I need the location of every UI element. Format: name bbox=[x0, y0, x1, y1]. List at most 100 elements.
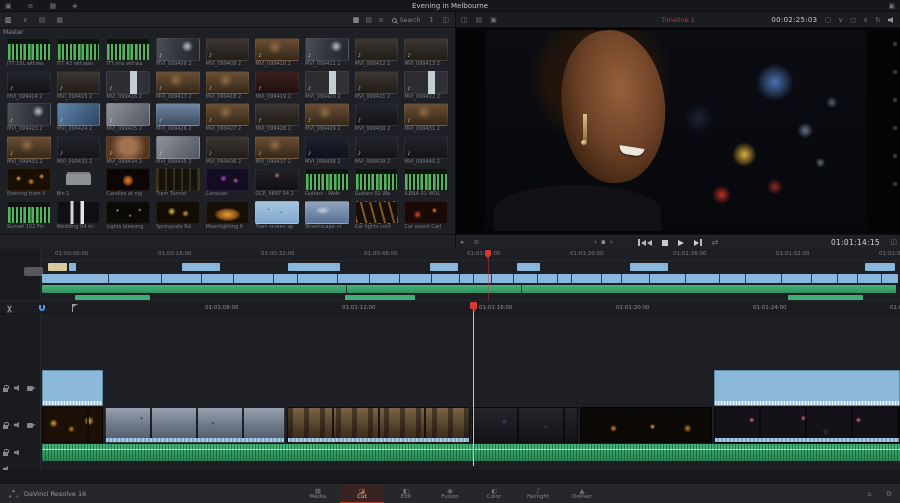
video-clip-thumbnail[interactable] bbox=[7, 168, 51, 191]
video-clip-thumbnail[interactable] bbox=[156, 38, 200, 61]
video-clip-thumbnail[interactable] bbox=[305, 103, 349, 126]
audio-clip-thumbnail[interactable] bbox=[106, 38, 150, 61]
media-clip[interactable]: MVI_099433 2 bbox=[56, 135, 101, 166]
overview-tracks[interactable] bbox=[41, 261, 900, 301]
media-clip[interactable]: MVI_099431 2 bbox=[404, 103, 448, 133]
media-clip[interactable]: ILENA 01 WOL bbox=[404, 168, 448, 198]
media-clip[interactable]: Streetscape ni bbox=[305, 200, 349, 231]
video-clip-thumbnail[interactable] bbox=[404, 70, 448, 94]
detail-tracks[interactable] bbox=[0, 314, 900, 472]
viewer-tool-dot[interactable] bbox=[893, 154, 897, 158]
split-clips-icon[interactable] bbox=[6, 305, 13, 312]
bin-folder-icon[interactable] bbox=[56, 168, 101, 191]
media-clip[interactable]: Candles at nig bbox=[106, 168, 150, 198]
video-clip-thumbnail[interactable] bbox=[404, 103, 448, 126]
lock-track-icon[interactable] bbox=[3, 449, 9, 456]
page-color[interactable]: ◐ Color bbox=[472, 484, 516, 503]
video-clip-thumbnail[interactable] bbox=[156, 103, 200, 126]
timeline-v1-clip[interactable] bbox=[287, 407, 470, 443]
video-clip-thumbnail[interactable] bbox=[305, 135, 349, 159]
video-clip-thumbnail[interactable] bbox=[255, 168, 299, 191]
video-clip-thumbnail[interactable] bbox=[305, 70, 349, 94]
media-clip[interactable]: ITT A2 wtf.wav bbox=[56, 38, 101, 68]
lock-track-icon[interactable] bbox=[3, 384, 9, 392]
video-clip-thumbnail[interactable] bbox=[255, 103, 299, 126]
audio-speaker-icon[interactable] bbox=[888, 17, 893, 23]
video-clip-thumbnail[interactable] bbox=[404, 38, 448, 61]
detail-ruler[interactable]: 01:01:08:00 01:01:12:00 01:01:16:00 01:01:2… bbox=[0, 300, 900, 314]
video-clip-thumbnail[interactable] bbox=[106, 168, 150, 191]
viewer-options-icon[interactable]: ◫ bbox=[890, 239, 897, 246]
video-clip-thumbnail[interactable] bbox=[156, 200, 200, 224]
enable-video-icon[interactable] bbox=[27, 422, 36, 428]
video-clip-thumbnail[interactable] bbox=[106, 135, 150, 159]
filmstrip-view-icon[interactable]: ▤ bbox=[365, 16, 372, 24]
thumbnail-view-icon[interactable]: ▦ bbox=[353, 16, 360, 24]
media-clip[interactable]: MVI_099428 2 bbox=[255, 103, 299, 133]
overview-v2-clip[interactable] bbox=[182, 263, 220, 271]
settings-gear-icon[interactable]: ⚙ bbox=[886, 490, 892, 498]
page-edit[interactable]: ◧ Edit bbox=[384, 484, 428, 503]
timeline-v1-clip[interactable] bbox=[580, 407, 712, 443]
video-clip-thumbnail[interactable] bbox=[255, 200, 299, 224]
page-deliver[interactable]: ▲ Deliver bbox=[560, 484, 604, 503]
video-clip-thumbnail[interactable] bbox=[7, 135, 51, 159]
video-clip-thumbnail[interactable] bbox=[255, 135, 299, 159]
video-clip-thumbnail[interactable] bbox=[354, 200, 399, 224]
video-clip-thumbnail[interactable] bbox=[56, 135, 101, 159]
media-clip[interactable]: Guitars - Walk bbox=[305, 168, 349, 198]
skip-back-button[interactable] bbox=[637, 239, 652, 246]
video-clip-thumbnail[interactable] bbox=[305, 38, 349, 61]
page-fusion[interactable]: ◉ Fusion bbox=[428, 484, 472, 503]
video-clip-thumbnail[interactable] bbox=[205, 103, 250, 126]
search-box[interactable]: Search bbox=[391, 17, 421, 24]
audio-clip-thumbnail[interactable] bbox=[305, 168, 349, 191]
video-clip-thumbnail[interactable] bbox=[106, 200, 150, 224]
timeline-v1-clip[interactable] bbox=[42, 407, 103, 443]
overview-ruler[interactable]: 01:00:00:00 01:00:16:00 01:00:32:00 01:00:4… bbox=[41, 249, 900, 261]
media-clip[interactable]: MVI_099425 2 bbox=[106, 103, 150, 133]
overview-v2-clip[interactable] bbox=[48, 263, 67, 271]
video-clip-thumbnail[interactable] bbox=[354, 70, 399, 94]
timeline-v1-clip[interactable] bbox=[472, 407, 578, 443]
video-clip-thumbnail[interactable] bbox=[404, 200, 448, 224]
timeline-a1-clip[interactable] bbox=[42, 444, 900, 461]
media-clip[interactable]: MVI_099409 2 bbox=[205, 38, 250, 68]
media-clip[interactable]: MVI_099412 2 bbox=[354, 38, 399, 68]
media-clip[interactable]: ITT 10L wtf.wa bbox=[7, 38, 51, 68]
video-clip-thumbnail[interactable] bbox=[305, 200, 349, 224]
media-clip[interactable]: GCE_9897 04 2 bbox=[255, 168, 299, 198]
video-clip-thumbnail[interactable] bbox=[255, 38, 299, 61]
timeline-v1-clip[interactable] bbox=[714, 407, 900, 443]
media-clip[interactable]: Guitars 02 Wa bbox=[354, 168, 399, 198]
video-clip-thumbnail[interactable] bbox=[205, 200, 250, 224]
media-clip[interactable]: MVI_099434 2 bbox=[106, 135, 150, 166]
marker-icon[interactable] bbox=[71, 304, 78, 312]
display-options-icon[interactable]: ◫ bbox=[442, 16, 449, 24]
stop-button[interactable] bbox=[661, 239, 668, 246]
timeline-v2-clip[interactable] bbox=[42, 370, 103, 406]
media-clip[interactable]: ITT mix wtf.wa bbox=[106, 38, 150, 68]
video-clip-thumbnail[interactable] bbox=[404, 135, 448, 159]
media-clip[interactable]: MVI_099430 2 bbox=[354, 103, 399, 133]
camera-chevron-icon[interactable]: ∨ bbox=[863, 16, 868, 24]
video-clip-thumbnail[interactable] bbox=[205, 70, 250, 94]
video-clip-thumbnail[interactable] bbox=[354, 38, 399, 61]
video-clip-thumbnail[interactable] bbox=[56, 70, 101, 94]
media-clip[interactable]: MVI_099422 2 bbox=[404, 70, 448, 101]
smart-bin-icon[interactable]: ▦ bbox=[56, 16, 63, 24]
lock-track-icon[interactable] bbox=[3, 421, 9, 429]
audio-clip-thumbnail[interactable] bbox=[56, 38, 101, 61]
media-clip[interactable]: Bin 1 bbox=[56, 168, 101, 198]
viewer-tool-dot[interactable] bbox=[893, 98, 897, 102]
import-media-icon[interactable]: ▥ bbox=[5, 16, 12, 24]
media-clip[interactable]: MVI_099437 2 bbox=[255, 135, 299, 166]
sort-icon[interactable]: ↕ bbox=[429, 16, 435, 24]
media-clip[interactable]: MVI_099432 2 bbox=[7, 135, 51, 166]
refresh-icon[interactable]: ↻ bbox=[875, 16, 881, 24]
media-clip[interactable]: MVI_099411 2 bbox=[305, 38, 349, 68]
audio-clip-thumbnail[interactable] bbox=[354, 168, 399, 191]
page-cut[interactable]: ◪ Cut bbox=[340, 484, 384, 503]
play-button[interactable] bbox=[677, 239, 684, 246]
media-clip[interactable]: Wedding 04 m bbox=[56, 200, 101, 231]
